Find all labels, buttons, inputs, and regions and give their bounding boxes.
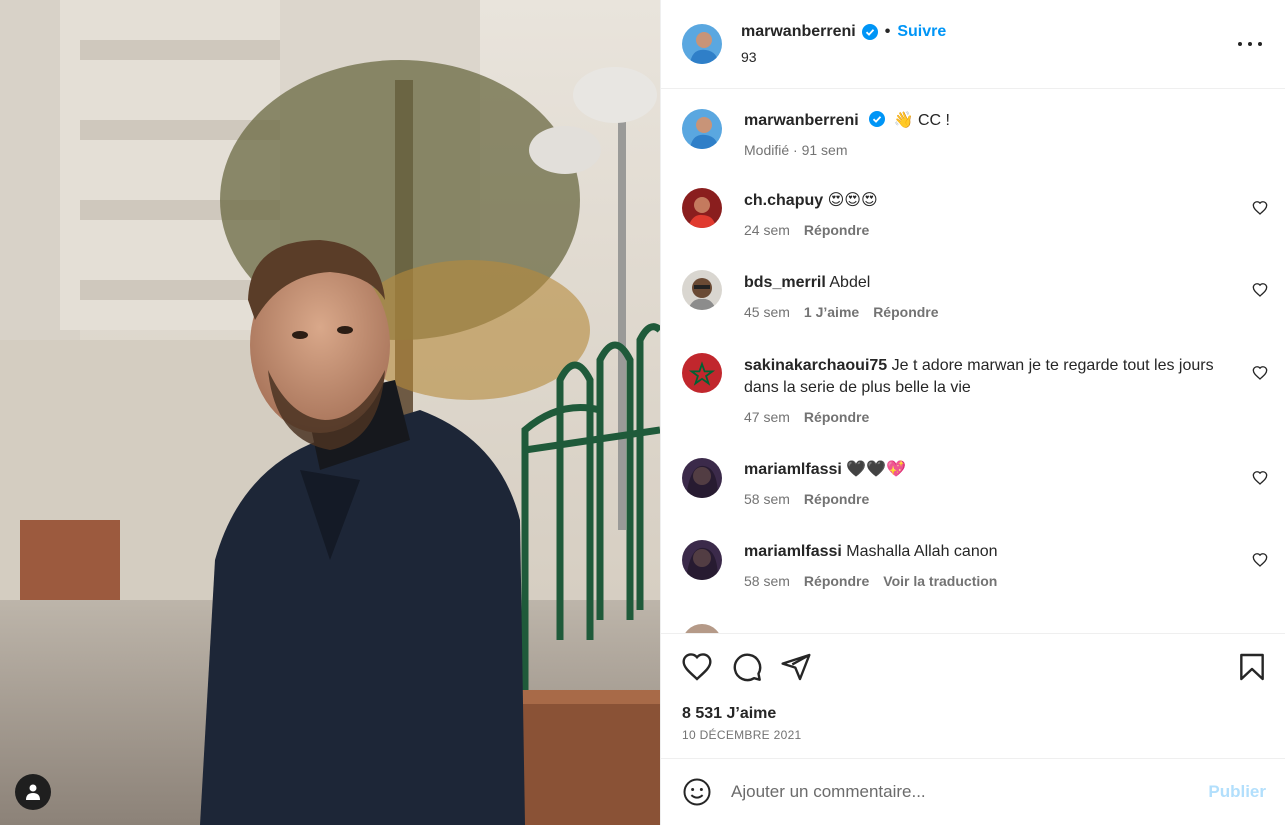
post-actions: 8 531 J’aime 10 DÉCEMBRE 2021: [661, 633, 1285, 758]
reply-button[interactable]: Répondre: [804, 409, 869, 425]
post-date: 10 DÉCEMBRE 2021: [682, 728, 802, 742]
author-avatar[interactable]: [682, 24, 722, 64]
heart-icon[interactable]: [1252, 365, 1268, 381]
user-icon: [26, 784, 40, 800]
publish-button[interactable]: Publier: [1208, 782, 1266, 802]
reply-button[interactable]: Répondre: [804, 573, 869, 589]
comment-username[interactable]: bds_merril: [744, 274, 826, 291]
comment-username[interactable]: ch.chapuy: [744, 192, 823, 209]
comment-icon[interactable]: [731, 651, 763, 683]
comment-composer: Publier: [661, 758, 1285, 825]
separator-dot: •: [884, 23, 891, 40]
comment-text: 🖤🖤💖: [846, 461, 907, 478]
author-username[interactable]: marwanberreni: [741, 23, 856, 41]
comment-username[interactable]: sakinakarchaoui75: [744, 357, 887, 374]
commenter-avatar[interactable]: [682, 188, 722, 228]
commenter-avatar[interactable]: [682, 270, 722, 310]
heart-icon[interactable]: [681, 651, 713, 683]
comment-time: 24 sem: [744, 222, 790, 238]
heart-icon[interactable]: [1252, 200, 1268, 216]
commenter-avatar[interactable]: [682, 458, 722, 498]
comments-list[interactable]: marwanberreni 👋 CC ! Modifié · 91 sem ch…: [661, 90, 1285, 633]
verified-badge-icon: [869, 111, 886, 127]
reply-button[interactable]: Répondre: [873, 304, 938, 320]
heart-icon[interactable]: [1252, 282, 1268, 298]
author-avatar[interactable]: [682, 109, 722, 149]
caption-meta: Modifié · 91 sem: [744, 142, 848, 158]
commenter-avatar[interactable]: [682, 353, 722, 393]
reply-button[interactable]: Répondre: [804, 491, 869, 507]
comment-likes[interactable]: 1 J’aime: [804, 304, 859, 320]
post-photo[interactable]: [0, 0, 660, 825]
commenter-avatar[interactable]: [682, 624, 722, 633]
comment-input[interactable]: [731, 777, 1181, 807]
comment-time: 45 sem: [744, 304, 790, 320]
comment-username[interactable]: mariamlfassi: [744, 461, 842, 478]
header-subtitle: 93: [741, 49, 757, 65]
follow-button[interactable]: Suivre: [897, 23, 946, 41]
more-options-icon[interactable]: [1238, 34, 1262, 54]
comment-text: Abdel: [829, 274, 871, 291]
likes-count[interactable]: 8 531 J’aime: [682, 705, 776, 723]
comment-username[interactable]: mariamlfassi: [744, 543, 842, 560]
comment-text: Mashalla Allah canon: [846, 543, 998, 560]
reply-button[interactable]: Répondre: [804, 222, 869, 238]
emoji-icon[interactable]: [682, 777, 712, 807]
translate-button[interactable]: Voir la traduction: [883, 573, 997, 589]
post-header: marwanberreni • Suivre 93: [661, 0, 1285, 89]
send-icon[interactable]: [780, 651, 812, 683]
heart-icon[interactable]: [1252, 470, 1268, 486]
comment-time: 58 sem: [744, 573, 790, 589]
post-image: [0, 0, 660, 825]
comment-text: 😍😍😍: [827, 192, 878, 209]
commenter-avatar[interactable]: [682, 540, 722, 580]
heart-icon[interactable]: [1252, 552, 1268, 568]
verified-badge-icon: [861, 24, 878, 40]
caption-text: 👋 CC !: [893, 112, 950, 129]
comment-time: 58 sem: [744, 491, 790, 507]
post-details-panel: marwanberreni • Suivre 93 marwanberreni …: [660, 0, 1285, 825]
caption-username[interactable]: marwanberreni: [744, 112, 859, 129]
bookmark-icon[interactable]: [1236, 651, 1268, 683]
tagged-users-button[interactable]: [15, 774, 51, 810]
comment-time: 47 sem: [744, 409, 790, 425]
